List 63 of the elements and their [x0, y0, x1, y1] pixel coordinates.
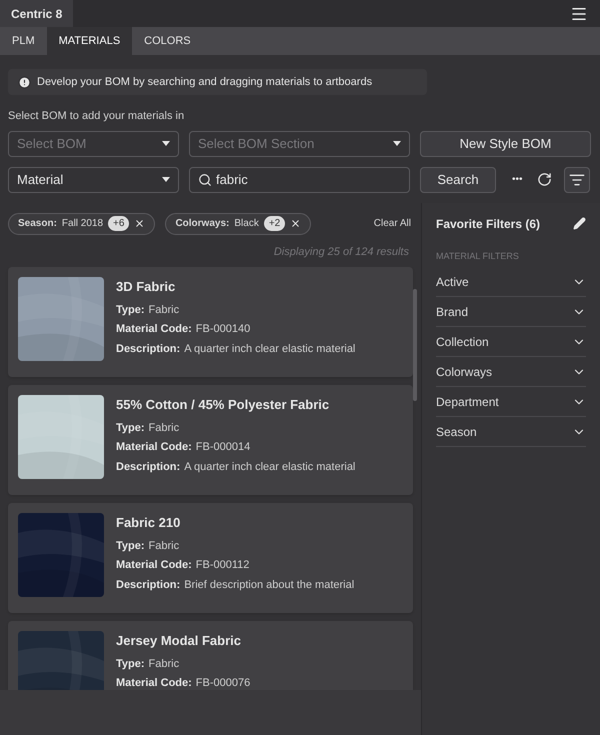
field-value: FB-000112	[196, 558, 250, 573]
more-button[interactable]: •••	[512, 172, 523, 187]
material-name: 55% Cotton / 45% Polyester Fabric	[116, 396, 330, 414]
clear-all-link[interactable]: Clear All	[374, 216, 411, 231]
close-icon[interactable]	[290, 218, 302, 229]
filter-icon	[568, 172, 585, 188]
field-value: Fabric	[148, 656, 180, 672]
notice-text: Develop your BOM by searching and dragging materials to artboards	[37, 74, 372, 90]
field-label: Material Code:	[116, 558, 192, 573]
field-label: Type:	[116, 302, 145, 318]
section-heading: MATERIAL FILTERS	[436, 250, 520, 262]
filter-row[interactable]: Collection	[436, 327, 586, 357]
filter-button[interactable]	[564, 166, 590, 192]
edit-icon[interactable]	[573, 217, 586, 230]
count-badge: +2	[264, 216, 286, 231]
material-card[interactable]: 55% Cotton / 45% Polyester Fabric Type: Fabric Material Code: FB-000014 Description: A quarter inch clear elastic material	[8, 385, 413, 495]
close-icon[interactable]	[134, 218, 146, 229]
material-name: 3D Fabric	[116, 278, 176, 296]
filter-row[interactable]: Season	[436, 417, 586, 447]
field-value: A quarter inch clear elastic material	[184, 342, 356, 356]
field-label: Type:	[116, 420, 145, 436]
field-value: FB-000076	[196, 676, 250, 690]
material-card[interactable]: Fabric 210 Type: Fabric Material Code: FB-000112 Description: Brief description about the material	[8, 503, 413, 613]
field-label: Type:	[116, 538, 145, 554]
filter-chip[interactable]: Colorways: Black +2	[165, 212, 312, 234]
field-label: Material Code:	[116, 676, 192, 690]
field-value: A quarter inch clear elastic material	[184, 460, 356, 474]
filter-chip[interactable]: Season: Fall 2018 +6	[8, 212, 156, 234]
field-label: Description:	[116, 460, 180, 474]
field-value: Fabric	[148, 302, 180, 318]
tab[interactable]: PLM	[0, 27, 47, 55]
count-badge: +6	[108, 216, 130, 231]
field-value: FB-000140	[196, 322, 250, 337]
filter-row[interactable]: Colorways	[436, 357, 586, 387]
results-count: Displaying 25 of 124 results	[272, 244, 410, 260]
material-card[interactable]: Jersey Modal Fabric Type: Fabric Material Code: FB-000076	[8, 621, 413, 690]
search-icon	[198, 172, 212, 186]
field-value: Fabric	[148, 420, 180, 436]
tab[interactable]: COLORS	[132, 27, 203, 55]
alert-icon	[18, 76, 31, 88]
material-name: Fabric 210	[116, 514, 182, 532]
tab[interactable]: MATERIALS	[46, 27, 132, 55]
field-label: Material Code:	[116, 440, 192, 455]
filter-row[interactable]: Brand	[436, 297, 586, 327]
search-button[interactable]: Search	[420, 166, 496, 192]
type-select[interactable]: Material	[8, 166, 179, 192]
search-field[interactable]: fabric	[189, 166, 410, 192]
field-value: FB-000014	[196, 440, 250, 455]
field-label: Description:	[116, 342, 180, 356]
field-label: Description:	[116, 578, 180, 592]
app-title: Centric 8	[0, 0, 74, 27]
bom-label: Select BOM to add your materials in	[8, 109, 186, 124]
favorites-title: Favorite Filters (6)	[436, 216, 540, 232]
material-card[interactable]: 3D Fabric Type: Fabric Material Code: FB-000140 Description: A quarter inch clear elastic material	[8, 267, 413, 377]
material-name: Jersey Modal Fabric	[116, 632, 242, 650]
field-label: Type:	[116, 656, 145, 672]
field-label: Material Code:	[116, 322, 192, 337]
filter-row[interactable]: Active	[436, 267, 586, 297]
refresh-icon[interactable]	[536, 172, 552, 187]
field-value: Fabric	[148, 538, 180, 554]
filter-row[interactable]: Department	[436, 387, 586, 417]
field-value: Brief description about the material	[184, 578, 354, 592]
new-bom-button[interactable]: New Style BOM	[420, 130, 591, 156]
